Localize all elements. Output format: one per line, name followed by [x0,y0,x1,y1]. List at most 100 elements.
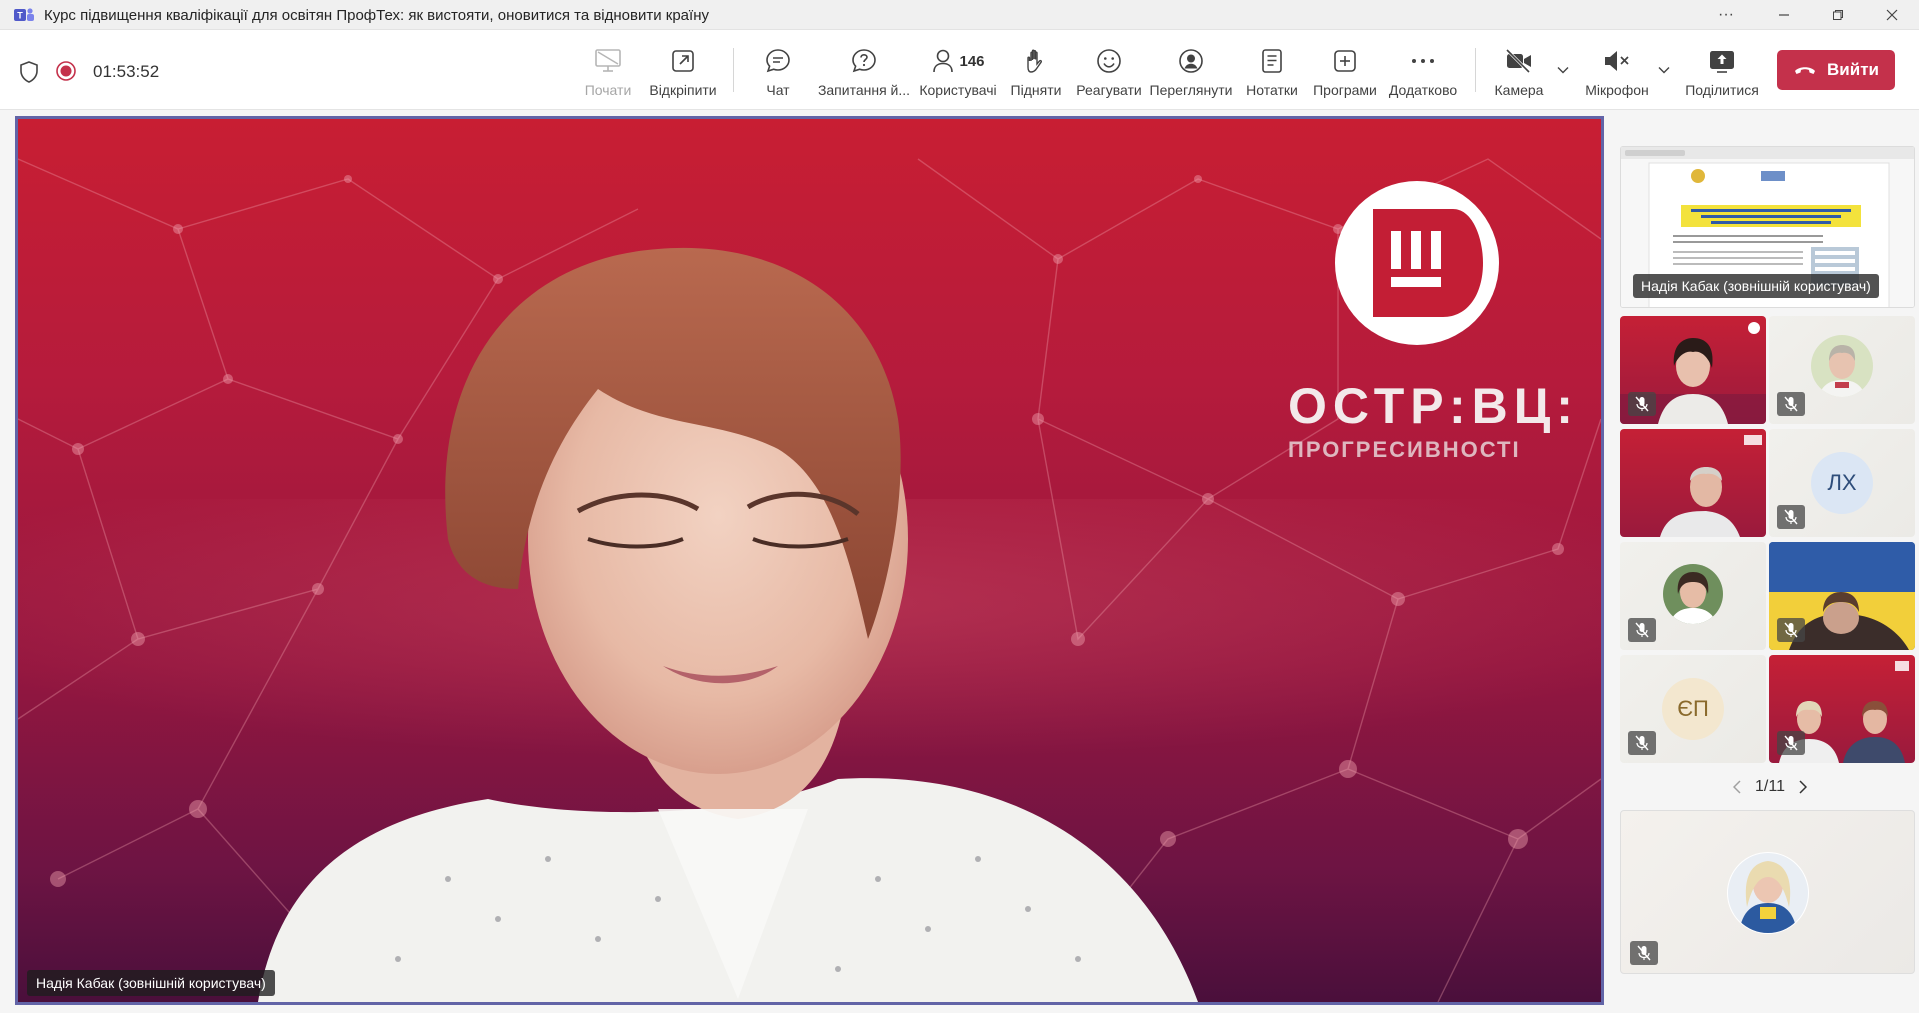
minimize-icon [1779,14,1789,16]
pop-out-label: Відкріпити [649,82,717,98]
pop-out-icon [666,44,700,78]
share-label: Поділитися [1685,82,1759,98]
participant-tile[interactable]: ЛХ [1769,429,1915,537]
people-icon [933,49,954,73]
chat-label: Чат [766,82,790,98]
qa-button[interactable]: Запитання й... [816,38,912,102]
share-screen-icon [1705,44,1739,78]
leave-button[interactable]: Вийти [1777,50,1895,90]
participant-initials: ЛХ [1827,470,1857,495]
mic-off-icon [1784,396,1798,412]
participant-tile[interactable] [1769,655,1915,763]
window-title: Курс підвищення кваліфікації для освітян… [44,7,709,24]
people-button[interactable]: 146 Користувачі [918,38,998,102]
muted-indicator [1777,392,1805,416]
camera-off-icon [1502,44,1536,78]
restore-icon [1833,10,1843,20]
speaker-mute-icon [1600,44,1634,78]
muted-indicator [1777,731,1805,755]
react-label: Реагувати [1076,82,1142,98]
smiley-icon [1092,44,1126,78]
gallery-pager: 1/11 [1720,772,1820,802]
main-video-stage[interactable]: ОСТР:ВЦ: ПРОГРЕСИВНОСТІ Надія Кабак (зов… [15,116,1604,1005]
brand-subtitle: ПРОГРЕСИВНОСТІ [1288,437,1521,462]
chevron-down-icon [1557,67,1569,74]
apps-label: Програми [1313,82,1377,98]
mic-options-chevron[interactable] [1656,60,1672,80]
page-indicator: 1/11 [1755,778,1785,795]
toolbar-divider [733,48,734,92]
chevron-down-icon [1658,67,1670,74]
teams-icon: T [14,8,34,21]
mic-off-icon [1784,735,1798,751]
mic-off-icon [1635,622,1649,638]
pop-out-button[interactable]: Відкріпити [646,38,720,102]
meeting-timer: 01:53:52 [93,62,160,81]
brand-title: ОСТР:ВЦ: [1288,378,1579,434]
apps-button[interactable]: Програми [1311,38,1379,102]
add-app-icon [1328,44,1362,78]
more-actions-button[interactable]: Додатково [1388,38,1458,102]
recording-icon [56,61,76,81]
notes-button[interactable]: Нотатки [1242,38,1302,102]
participant-tile[interactable] [1769,542,1915,650]
minimize-button[interactable] [1756,0,1812,30]
title-bar: T Курс підвищення кваліфікації для освіт… [0,0,1919,30]
view-button[interactable]: Переглянути [1150,38,1232,102]
ellipsis-icon: ··· [1718,6,1734,23]
toolbar-divider [1475,48,1476,92]
more-horizontal-icon [1406,44,1440,78]
restore-button[interactable] [1810,0,1866,30]
svg-text:T: T [17,11,23,21]
microphone-button[interactable]: Мікрофон [1582,38,1652,102]
participant-tile[interactable] [1620,429,1766,537]
prev-page-button[interactable] [1727,780,1747,794]
self-view-tile[interactable] [1620,810,1915,974]
participant-video [1660,435,1762,537]
start-label: Почати [584,82,632,98]
start-button[interactable]: Почати [582,38,634,102]
mic-off-icon [1784,509,1798,525]
raise-hand-label: Підняти [1010,82,1062,98]
view-avatar-icon [1174,44,1208,78]
shared-screen-tile[interactable]: Надія Кабак (зовнішній користувач) [1620,146,1915,308]
chat-icon [761,44,795,78]
close-icon [1886,9,1898,21]
mic-off-icon [1637,945,1651,961]
close-button[interactable] [1864,0,1919,30]
notes-label: Нотатки [1246,82,1298,98]
muted-indicator [1628,731,1656,755]
participant-tile[interactable] [1769,316,1915,424]
microphone-label: Мікрофон [1585,82,1649,98]
participant-tile[interactable] [1620,542,1766,650]
mic-off-icon [1635,735,1649,751]
participant-initials-avatar: ЛХ [1811,452,1873,514]
next-page-button[interactable] [1793,780,1813,794]
raise-hand-icon [1019,44,1053,78]
self-avatar-photo [1727,852,1809,934]
camera-button[interactable]: Камера [1492,38,1546,102]
share-button[interactable]: Поділитися [1684,38,1760,102]
question-icon [847,44,881,78]
more-options-button[interactable]: ··· [1698,0,1754,30]
people-label: Користувачі [919,82,997,98]
qa-label: Запитання й... [817,82,911,98]
raise-hand-button[interactable]: Підняти [1008,38,1064,102]
people-icon-group: 146 [928,44,988,78]
participant-initials-avatar: ЄП [1662,678,1724,740]
screen-start-icon [591,44,625,78]
leave-label: Вийти [1827,60,1879,79]
notes-icon [1255,44,1289,78]
participant-tile[interactable] [1620,316,1766,424]
participant-count: 146 [959,52,985,70]
camera-options-chevron[interactable] [1555,60,1571,80]
chat-button[interactable]: Чат [756,38,800,102]
chevron-right-icon [1799,780,1807,794]
more-actions-label: Додатково [1388,82,1458,98]
shield-icon[interactable] [18,60,40,84]
participant-tile[interactable]: ЄП [1620,655,1766,763]
muted-indicator [1777,505,1805,529]
brand-logo-icon [1335,181,1499,345]
react-button[interactable]: Реагувати [1074,38,1144,102]
muted-indicator [1628,618,1656,642]
